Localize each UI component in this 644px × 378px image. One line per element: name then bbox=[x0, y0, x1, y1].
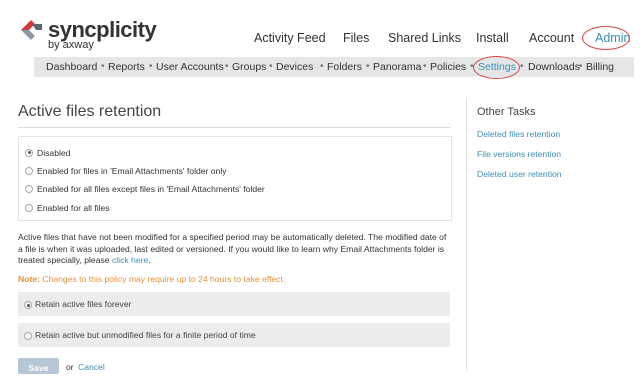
retention-options-box: Disabled Enabled for files in 'Email Att… bbox=[18, 136, 452, 221]
radio-button[interactable] bbox=[24, 332, 32, 340]
option-email-attachments-only[interactable]: Enabled for files in 'Email Attachments'… bbox=[25, 166, 227, 176]
note-text: Changes to this policy may require up to… bbox=[42, 274, 286, 284]
radio-button[interactable] bbox=[25, 184, 33, 193]
subnav-dashboard[interactable]: Dashboard bbox=[46, 61, 97, 73]
subnav-separator: • bbox=[269, 61, 273, 72]
subnav-separator: • bbox=[470, 61, 474, 72]
radio-button[interactable] bbox=[25, 166, 33, 175]
top-nav-files[interactable]: Files bbox=[343, 31, 369, 45]
option-label: Retain active files forever bbox=[35, 299, 132, 309]
description-end: . bbox=[148, 255, 151, 265]
retain-finite-period-option[interactable]: Retain active but unmodified files for a… bbox=[18, 323, 450, 347]
subnav-user-accounts[interactable]: User Accounts bbox=[156, 61, 224, 73]
option-label: Enabled for files in 'Email Attachments'… bbox=[37, 166, 227, 176]
option-label: Disabled bbox=[37, 148, 71, 158]
admin-sub-nav: Dashboard • Reports • User Accounts • Gr… bbox=[34, 57, 634, 77]
retain-forever-option[interactable]: Retain active files forever bbox=[18, 292, 450, 316]
subnav-separator: • bbox=[225, 61, 229, 72]
top-nav-account[interactable]: Account bbox=[529, 31, 574, 45]
title-divider bbox=[18, 127, 451, 128]
subnav-separator: • bbox=[149, 61, 153, 72]
retention-description: Active files that have not been modified… bbox=[18, 232, 450, 267]
option-all-except-email[interactable]: Enabled for all files except files in 'E… bbox=[25, 184, 265, 194]
file-versions-retention-link[interactable]: File versions retention bbox=[477, 149, 561, 159]
option-disabled[interactable]: Disabled bbox=[25, 148, 70, 158]
policy-note: Note: Changes to this policy may require… bbox=[18, 274, 285, 284]
radio-button[interactable] bbox=[24, 301, 32, 309]
option-all-files[interactable]: Enabled for all files bbox=[25, 203, 110, 213]
subnav-settings[interactable]: Settings bbox=[478, 61, 516, 73]
subnav-separator: • bbox=[101, 61, 105, 72]
subnav-separator: • bbox=[366, 61, 370, 72]
subnav-separator: • bbox=[520, 61, 524, 72]
description-text: Active files that have not been modified… bbox=[18, 232, 447, 265]
top-nav-admin[interactable]: Admin bbox=[595, 31, 630, 45]
top-nav-shared-links[interactable]: Shared Links bbox=[388, 31, 461, 45]
top-nav-install[interactable]: Install bbox=[476, 31, 509, 45]
subnav-reports[interactable]: Reports bbox=[108, 61, 145, 73]
sidebar-divider bbox=[466, 98, 467, 371]
top-nav-activity-feed[interactable]: Activity Feed bbox=[254, 31, 326, 45]
radio-button[interactable] bbox=[25, 148, 33, 157]
option-label: Enabled for all files except files in 'E… bbox=[37, 184, 265, 194]
other-tasks-title: Other Tasks bbox=[477, 106, 536, 118]
option-label: Retain active but unmodified files for a… bbox=[35, 330, 256, 340]
subnav-policies[interactable]: Policies bbox=[430, 61, 466, 73]
subnav-separator: • bbox=[423, 61, 427, 72]
subnav-separator: • bbox=[579, 61, 583, 72]
subnav-billing[interactable]: Billing bbox=[586, 61, 614, 73]
click-here-link[interactable]: click here bbox=[112, 255, 148, 265]
subnav-devices[interactable]: Devices bbox=[276, 61, 313, 73]
deleted-files-retention-link[interactable]: Deleted files retention bbox=[477, 129, 560, 139]
note-label: Note: bbox=[18, 274, 40, 284]
save-button[interactable]: Save bbox=[18, 358, 59, 374]
page-title: Active files retention bbox=[18, 103, 162, 120]
subnav-groups[interactable]: Groups bbox=[232, 61, 266, 73]
subnav-folders[interactable]: Folders bbox=[327, 61, 362, 73]
subnav-downloads[interactable]: Downloads bbox=[528, 61, 580, 73]
subnav-panorama[interactable]: Panorama bbox=[373, 61, 421, 73]
subnav-separator: • bbox=[320, 61, 324, 72]
radio-button[interactable] bbox=[25, 203, 33, 212]
top-nav: Activity Feed Files Shared Links Install… bbox=[0, 31, 644, 47]
deleted-user-retention-link[interactable]: Deleted user retention bbox=[477, 169, 562, 179]
option-label: Enabled for all files bbox=[37, 203, 110, 213]
